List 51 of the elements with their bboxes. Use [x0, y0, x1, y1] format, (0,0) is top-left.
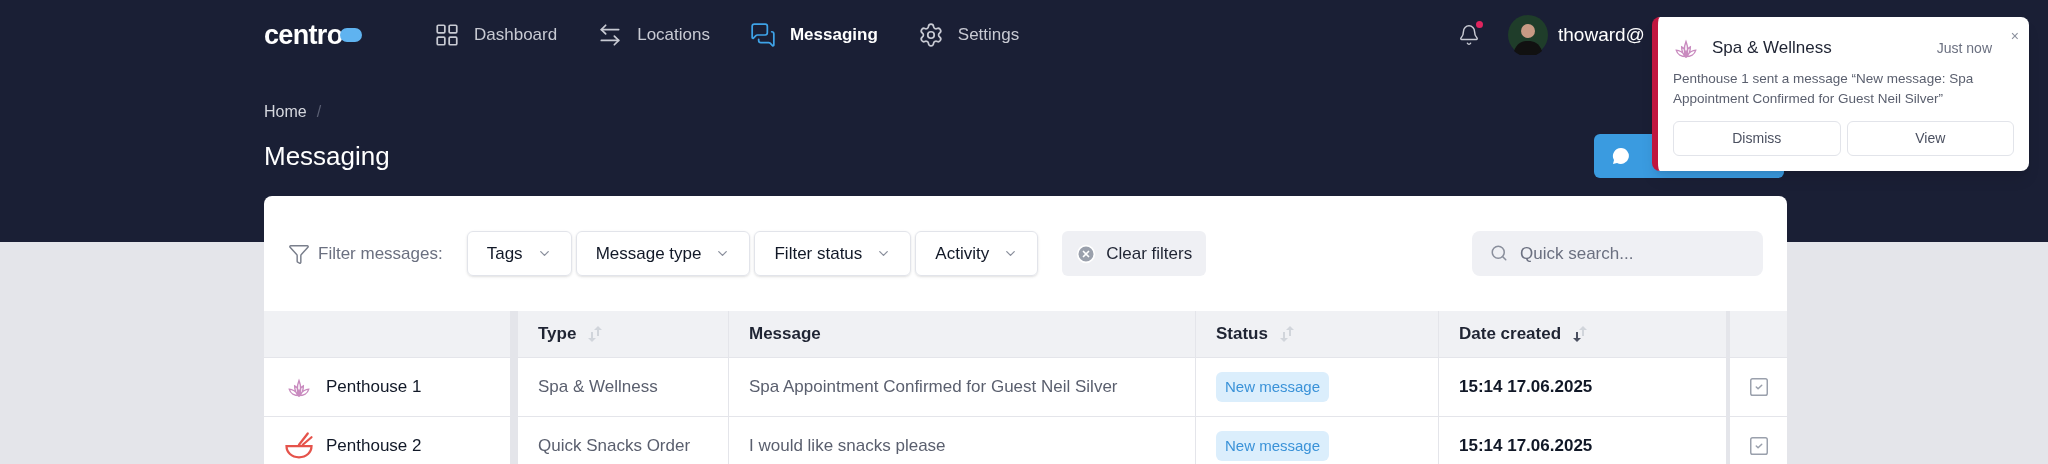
filter-label: Filter messages:: [318, 242, 443, 265]
avatar[interactable]: [1508, 15, 1548, 55]
logo-text[interactable]: centro: [264, 14, 343, 56]
nav-link[interactable]: Locations: [597, 22, 710, 48]
check-square-icon[interactable]: [1747, 435, 1770, 457]
filter-dropdown[interactable]: Filter status: [754, 231, 912, 276]
gear-icon: [917, 22, 944, 48]
notification-title: Spa & Wellness: [1712, 37, 1832, 60]
table-cell-text: 15:14 17.06.2025: [1459, 435, 1593, 458]
column-header: Message: [749, 323, 821, 346]
grid-icon: [434, 22, 460, 48]
table-cell-text: I would like snacks please: [749, 435, 946, 458]
filter-dropdown[interactable]: Tags: [466, 231, 572, 276]
search-field[interactable]: Quick search...: [1472, 231, 1763, 276]
notification-action-button[interactable]: Dismiss: [1673, 121, 1841, 156]
speech-bubble-icon: [1612, 147, 1630, 165]
table-cell-text: Spa Appointment Confirmed for Guest Neil Silver: [749, 376, 1118, 399]
nav-link[interactable]: Dashboard: [434, 22, 558, 48]
check-square-icon[interactable]: [1747, 376, 1770, 398]
status-badge: New message: [1216, 430, 1330, 462]
chat-icon: [749, 22, 776, 48]
table-cell-text: Spa & Wellness: [538, 376, 658, 399]
bowl-icon: [284, 431, 314, 461]
nav-link[interactable]: Messaging: [749, 22, 878, 48]
user-name[interactable]: thoward@: [1558, 20, 1645, 50]
location-name: Penthouse 2: [326, 435, 422, 458]
filter-icon: [288, 242, 310, 265]
column-header: Date created: [1459, 323, 1562, 346]
page-title: Messaging: [264, 139, 390, 173]
table-row[interactable]: Penthouse 2 Quick Snacks Order I would like snacks please New message 15:14 17.06.2025: [264, 417, 1787, 464]
table-row[interactable]: Penthouse 1 Spa & Wellness Spa Appointment Confirmed for Guest Neil Silver New message 15:14 17.06.2025: [264, 358, 1787, 417]
filter-dropdown[interactable]: Activity: [915, 231, 1039, 276]
search-icon: [1490, 244, 1508, 262]
column-header: Status: [1216, 323, 1268, 346]
table-cell-text: Quick Snacks Order: [538, 435, 691, 458]
notification-time: Just now: [1936, 38, 1992, 58]
nav-link[interactable]: Settings: [917, 22, 1020, 48]
status-badge: New message: [1216, 371, 1330, 403]
sort-icon[interactable]: [1571, 324, 1590, 344]
notification-body: Penthouse 1 sent a message “New message: Spa Appointment Confirmed for Guest Neil Silver”: [1673, 70, 1975, 108]
breadcrumb-link[interactable]: Home: [264, 100, 307, 124]
column-header: Type: [538, 323, 577, 346]
clear-filters-button[interactable]: Clear filters: [1062, 231, 1207, 276]
logo-mark-icon: [340, 28, 363, 42]
notification-bell-icon[interactable]: [1458, 24, 1480, 46]
breadcrumb-separator: /: [316, 102, 322, 122]
table-cell-text: 15:14 17.06.2025: [1459, 376, 1593, 399]
clear-icon: [1076, 243, 1097, 264]
filter-dropdown[interactable]: Message type: [575, 231, 751, 276]
notification-action-button[interactable]: View: [1846, 121, 2014, 156]
location-name: Penthouse 1: [326, 376, 422, 399]
